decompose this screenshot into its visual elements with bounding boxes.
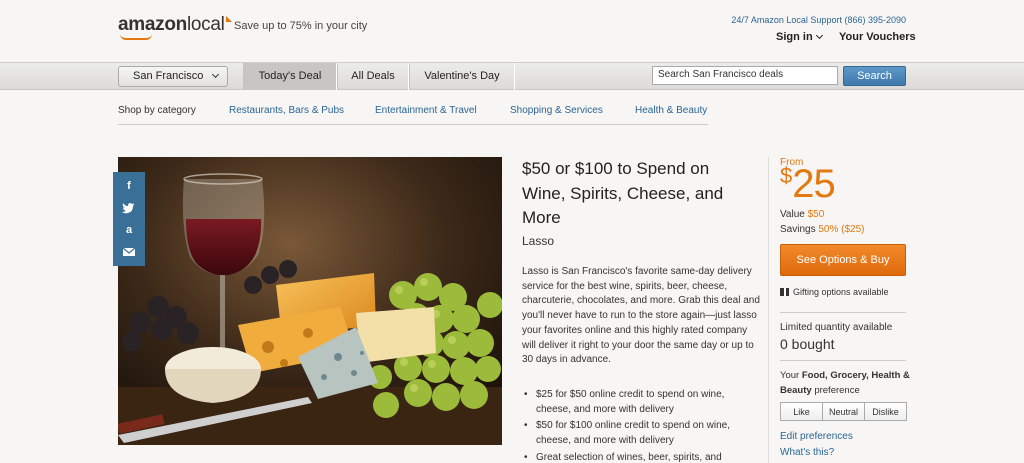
- logo-smile-icon: [120, 34, 152, 40]
- gift-icon: [780, 288, 789, 296]
- dislike-button[interactable]: Dislike: [865, 403, 906, 420]
- preference-text: Your Food, Grocery, Health & Beauty pref…: [780, 369, 910, 398]
- logo-word-local: local: [186, 14, 225, 35]
- see-options-buy-button[interactable]: See Options & Buy: [780, 244, 906, 276]
- value-amount: $50: [807, 209, 825, 220]
- category-shopping[interactable]: Shopping & Services: [510, 105, 603, 116]
- pref-prefix: Your: [780, 370, 800, 381]
- shop-by-category-label: Shop by category: [118, 105, 196, 116]
- list-item: Great selection of wines, beer, spirits,…: [522, 451, 762, 463]
- category-health-beauty[interactable]: Health & Beauty: [635, 105, 707, 116]
- whats-this-link[interactable]: What's this?: [780, 447, 834, 458]
- category-entertainment[interactable]: Entertainment & Travel: [375, 105, 477, 116]
- gifting-label: Gifting options available: [793, 287, 889, 297]
- twitter-icon[interactable]: [122, 201, 136, 215]
- buy-panel: From $25 Value $50 Savings 50% ($25) See…: [768, 157, 910, 463]
- tagline: Save up to 75% in your city: [234, 20, 368, 32]
- edit-preferences-link[interactable]: Edit preferences: [780, 431, 853, 442]
- value-label: Value: [780, 209, 805, 220]
- signin-menu[interactable]: Sign in: [776, 31, 823, 43]
- savings-label: Savings: [780, 224, 816, 235]
- logo-word-amazon: amazon: [118, 14, 187, 35]
- list-item: $50 for $100 online credit to spend on w…: [522, 419, 762, 448]
- category-bar: Shop by category Restaurants, Bars & Pub…: [118, 100, 708, 125]
- chevron-down-icon: [211, 70, 220, 79]
- divider: [780, 360, 906, 361]
- search-input[interactable]: Search San Francisco deals: [652, 66, 838, 85]
- search-button[interactable]: Search: [843, 66, 906, 86]
- gifting-options[interactable]: Gifting options available: [780, 287, 889, 297]
- category-restaurants[interactable]: Restaurants, Bars & Pubs: [229, 105, 344, 116]
- preference-buttons: Like Neutral Dislike: [780, 402, 907, 421]
- deal-price: $25: [780, 162, 836, 207]
- list-item: $25 for $50 online credit to spend on wi…: [522, 388, 762, 417]
- divider: [780, 312, 906, 313]
- merchant-name: Lasso: [522, 234, 555, 248]
- bought-count: 0 bought: [780, 336, 835, 352]
- price-amount: 25: [792, 162, 835, 206]
- deal-title: $50 or $100 to Spend on Wine, Spirits, C…: [522, 159, 724, 227]
- city-select[interactable]: San Francisco: [118, 66, 228, 87]
- like-button[interactable]: Like: [781, 403, 823, 420]
- savings-amount: 50% ($25): [818, 224, 865, 235]
- facebook-icon[interactable]: f: [122, 179, 136, 193]
- site-header: amazonlocal Save up to 75% in your city …: [0, 0, 1024, 62]
- tab-all-deals[interactable]: All Deals: [337, 63, 409, 90]
- tab-valentines-day[interactable]: Valentine's Day: [409, 63, 515, 90]
- deal-description: Lasso is San Francisco's favorite same-d…: [522, 266, 760, 366]
- share-bar: f a: [113, 172, 145, 266]
- deal-highlights: $25 for $50 online credit to spend on wi…: [522, 388, 762, 463]
- price-currency: $: [780, 163, 792, 188]
- amazon-local-logo[interactable]: amazonlocal: [118, 14, 232, 36]
- logo-flag-icon: [225, 16, 232, 22]
- nav-bar: San Francisco Today's Deal All Deals Val…: [0, 62, 1024, 90]
- chevron-down-icon: [815, 31, 823, 40]
- deal-image: [118, 157, 502, 445]
- your-vouchers-link[interactable]: Your Vouchers: [839, 31, 916, 43]
- signin-label: Sign in: [776, 31, 813, 43]
- support-link[interactable]: 24/7 Amazon Local Support (866) 395-2090: [731, 15, 906, 25]
- pref-suffix: preference: [814, 384, 860, 396]
- savings-line: Savings 50% ($25): [780, 224, 865, 235]
- value-line: Value $50: [780, 209, 824, 220]
- tab-todays-deal[interactable]: Today's Deal: [243, 63, 337, 90]
- amazon-icon[interactable]: a: [122, 223, 136, 237]
- neutral-button[interactable]: Neutral: [823, 403, 865, 420]
- limited-quantity-label: Limited quantity available: [780, 322, 893, 333]
- city-select-label: San Francisco: [133, 70, 204, 82]
- email-icon[interactable]: [122, 245, 136, 259]
- wine-cheese-illustration: [118, 157, 502, 445]
